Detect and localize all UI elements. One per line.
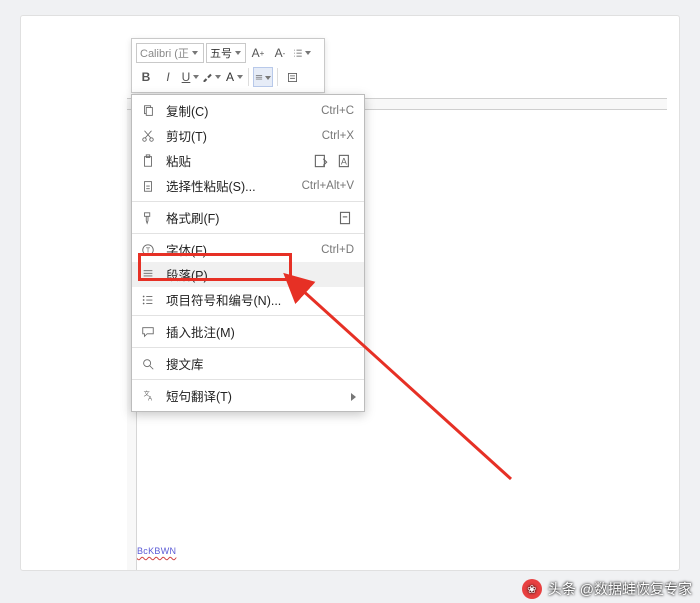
- format-painter-extra-icon[interactable]: [336, 209, 354, 227]
- watermark: ❀ 头条 @数据蛙恢复专家: [522, 579, 692, 599]
- align-button[interactable]: [253, 67, 273, 87]
- align-icon: [254, 71, 264, 84]
- menu-paste[interactable]: 粘贴 A: [132, 148, 364, 173]
- menu-paragraph[interactable]: 段落(P)...: [132, 262, 364, 287]
- underline-button[interactable]: U: [180, 67, 200, 87]
- font-color-button[interactable]: A: [224, 67, 244, 87]
- svg-text:T: T: [146, 247, 151, 254]
- paste-option-text-only-icon[interactable]: A: [336, 152, 354, 170]
- svg-text:A: A: [341, 156, 347, 166]
- menu-insert-comment[interactable]: 插入批注(M): [132, 319, 364, 344]
- watermark-text: 头条 @数据蛙恢复专家: [548, 579, 692, 599]
- menu-translate[interactable]: 文A 短句翻译(T): [132, 383, 364, 408]
- bold-button[interactable]: B: [136, 67, 156, 87]
- paste-special-icon: [140, 178, 156, 194]
- shortcut: Ctrl+X: [322, 130, 354, 142]
- translate-icon: 文A: [140, 388, 156, 404]
- svg-text:A: A: [148, 395, 153, 402]
- menu-font[interactable]: T 字体(F)... Ctrl+D: [132, 237, 364, 262]
- separator: [132, 379, 364, 380]
- label: 格式刷(F): [166, 208, 326, 227]
- search-icon: [140, 356, 156, 372]
- font-size-combo[interactable]: 五号: [206, 43, 246, 63]
- bullets-icon: [140, 292, 156, 308]
- highlight-button[interactable]: [202, 67, 222, 87]
- menu-search-library[interactable]: 搜文库: [132, 351, 364, 376]
- italic-button[interactable]: I: [158, 67, 178, 87]
- separator: [248, 68, 249, 86]
- separator: [277, 68, 278, 86]
- label: 插入批注(M): [166, 322, 354, 341]
- cut-icon: [140, 128, 156, 144]
- label: 粘贴: [166, 151, 302, 170]
- comment-icon: [140, 324, 156, 340]
- copy-icon: [140, 103, 156, 119]
- context-menu: 复制(C) Ctrl+C 剪切(T) Ctrl+X 粘贴 A 选择性粘贴(S).…: [131, 94, 365, 412]
- highlight-icon: [202, 71, 214, 84]
- label: 字体(F)...: [166, 240, 311, 259]
- document-mark-text: BcKBWN: [137, 546, 176, 556]
- app-card: Calibri (正 五号 A+ A- B I U A: [20, 15, 680, 571]
- paste-icon: [140, 153, 156, 169]
- font-icon: T: [140, 242, 156, 258]
- list-icon: [292, 47, 304, 60]
- shortcut: Ctrl+D: [321, 244, 354, 256]
- label: 项目符号和编号(N)...: [166, 290, 354, 309]
- separator: [132, 347, 364, 348]
- label: 复制(C): [166, 101, 311, 120]
- separator: [132, 315, 364, 316]
- shrink-font-button[interactable]: A-: [270, 43, 290, 63]
- menu-cut[interactable]: 剪切(T) Ctrl+X: [132, 123, 364, 148]
- shortcut: Ctrl+C: [321, 105, 354, 117]
- watermark-badge-icon: ❀: [522, 579, 542, 599]
- print-layout-button[interactable]: [282, 67, 302, 87]
- label: 短句翻译(T): [166, 386, 354, 405]
- label: 选择性粘贴(S)...: [166, 176, 292, 195]
- format-painter-icon: [140, 210, 156, 226]
- label: 剪切(T): [166, 126, 312, 145]
- grow-font-button[interactable]: A+: [248, 43, 268, 63]
- mini-toolbar: Calibri (正 五号 A+ A- B I U A: [131, 38, 325, 93]
- paragraph-icon: [140, 267, 156, 283]
- menu-format-painter[interactable]: 格式刷(F): [132, 205, 364, 230]
- menu-copy[interactable]: 复制(C) Ctrl+C: [132, 98, 364, 123]
- shortcut: Ctrl+Alt+V: [302, 180, 354, 192]
- label: 段落(P)...: [166, 265, 354, 284]
- separator: [132, 233, 364, 234]
- label: 搜文库: [166, 354, 354, 373]
- separator: [132, 201, 364, 202]
- menu-paste-special[interactable]: 选择性粘贴(S)... Ctrl+Alt+V: [132, 173, 364, 198]
- font-name-combo[interactable]: Calibri (正: [136, 43, 204, 63]
- print-icon: [286, 71, 299, 84]
- list-style-button[interactable]: [292, 43, 312, 63]
- menu-bullets-numbering[interactable]: 项目符号和编号(N)...: [132, 287, 364, 312]
- paste-option-keep-source-icon[interactable]: [312, 152, 330, 170]
